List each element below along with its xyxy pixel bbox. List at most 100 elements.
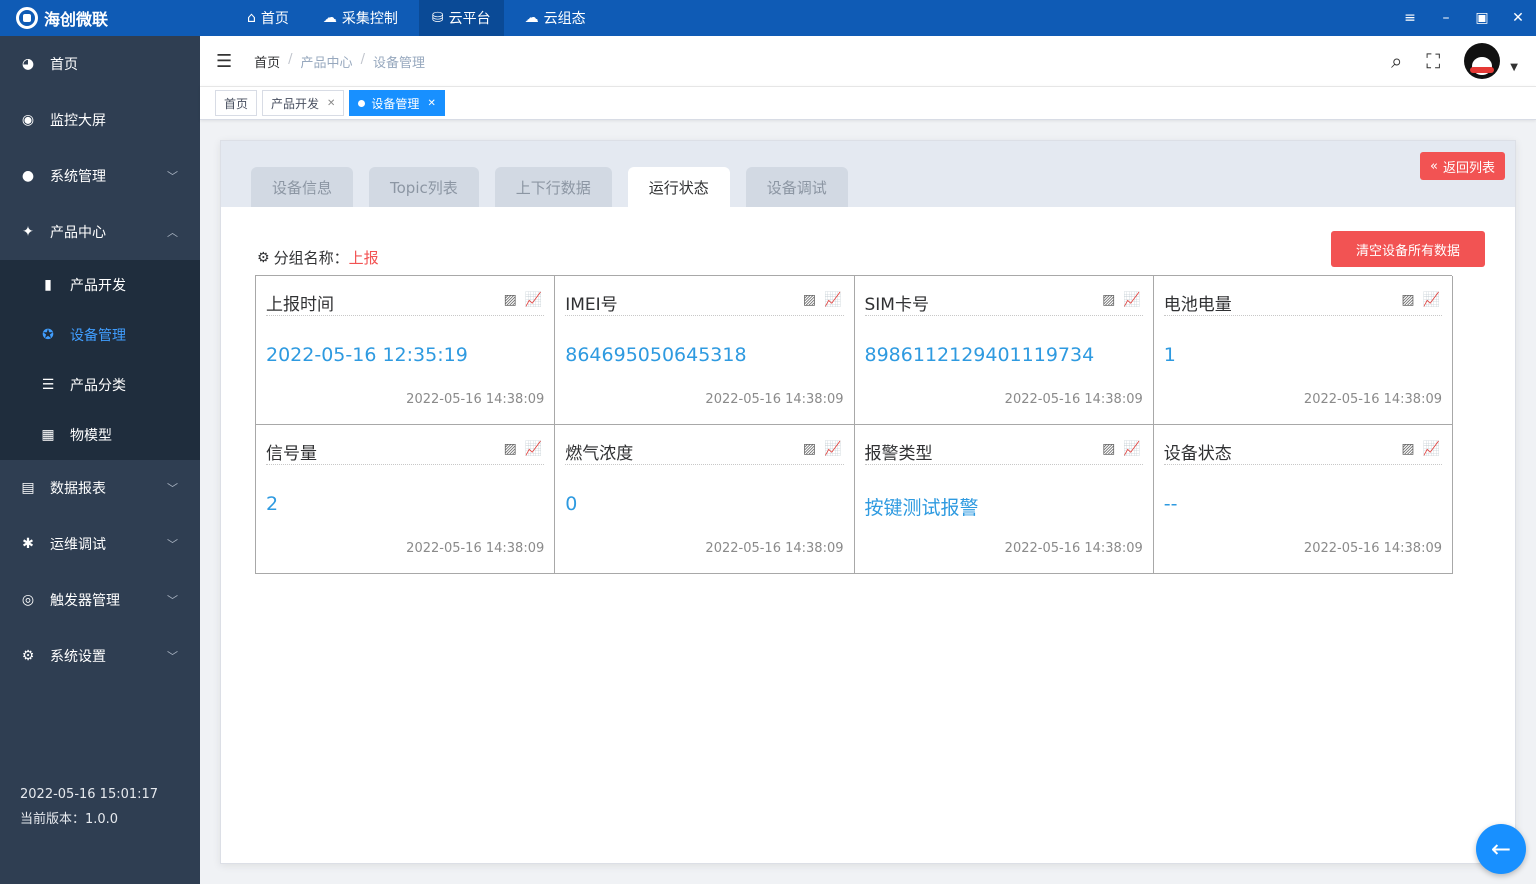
sidebar-item-system-manage[interactable]: ● 系统管理 ﹀ (0, 148, 200, 204)
thing-model-icon: ▦ (41, 427, 55, 443)
sidebar-subitem-product-category[interactable]: ☰ 产品分类 (0, 360, 200, 410)
tab-topic-list[interactable]: Topic列表 (369, 167, 479, 207)
clear-all-data-button[interactable]: 清空设备所有数据 (1331, 231, 1485, 267)
sidebar-subitem-product-dev[interactable]: ▮ 产品开发 (0, 260, 200, 310)
chart-icon[interactable]: 📈 (824, 292, 841, 308)
chart-icon[interactable]: 📈 (824, 441, 841, 457)
tab-device-debug[interactable]: 设备调试 (745, 167, 848, 207)
cell-title: SIM卡号 (864, 295, 929, 315)
cell-time: 2022-05-16 14:38:09 (1004, 392, 1143, 407)
top-nav: ⌂ 首页 ☁ 采集控制 ⛁ 云平台 ☁ 云组态 (234, 0, 607, 36)
status-cell: 上报时间 ▨ 📈 2022-05-16 12:35:19 2022-05-16 1… (256, 276, 556, 425)
image-icon[interactable]: ▨ (803, 441, 816, 457)
tab-run-status[interactable]: 运行状态 (627, 167, 730, 207)
tag-device-manage[interactable]: 设备管理 ✕ (349, 90, 445, 116)
top-nav-cloud-platform[interactable]: ⛁ 云平台 (418, 0, 504, 36)
cell-title: IMEI号 (565, 295, 618, 315)
product-dev-icon: ▮ (44, 277, 52, 293)
cloud-control-icon: ☁ (322, 10, 337, 26)
breadcrumb-separator: / (288, 51, 293, 67)
top-nav-home[interactable]: ⌂ 首页 (234, 0, 302, 36)
restore-icon[interactable]: ▣ (1464, 10, 1500, 26)
product-category-icon: ☰ (41, 377, 55, 393)
detail-tabs-bar: 设备信息 Topic列表 上下行数据 运行状态 设备调试 «返回列表 (221, 141, 1515, 207)
chevron-down-icon: ﹀ (167, 482, 178, 495)
cell-value: 2 (266, 493, 279, 515)
status-cell: 设备状态 ▨ 📈 -- 2022-05-16 14:38:09 (1153, 425, 1453, 574)
menu-icon[interactable]: ≡ (1392, 10, 1428, 26)
group-value: 上报 (348, 249, 379, 267)
brand[interactable]: 海创微联 (0, 6, 200, 30)
back-to-list-button[interactable]: «返回列表 (1420, 152, 1505, 180)
sidebar-item-product-center[interactable]: ✦ 产品中心 ︿ (0, 204, 200, 260)
cell-title: 设备状态 (1163, 444, 1232, 464)
hamburger-icon[interactable]: ☰ (216, 51, 232, 72)
close-icon[interactable]: ✕ (1500, 10, 1536, 26)
image-icon[interactable]: ▨ (803, 292, 816, 308)
chart-icon[interactable]: 📈 (525, 441, 542, 457)
tag-home[interactable]: 首页 (215, 90, 258, 116)
user-icon: ● (21, 168, 35, 184)
current-datetime: 2022-05-16 15:01:17 (20, 787, 159, 802)
sidebar-footer: 2022-05-16 15:01:17 当前版本：1.0.0 (20, 782, 158, 832)
chart-icon[interactable]: 📈 (1123, 441, 1140, 457)
monitor-icon: ◉ (21, 112, 35, 128)
avatar[interactable] (1464, 43, 1501, 79)
sidebar-item-report[interactable]: ▤ 数据报表 ﹀ (0, 460, 200, 516)
caret-down-icon[interactable]: ▼ (1510, 62, 1518, 73)
group-title: ⚙ 分组名称： 上报 (257, 247, 379, 268)
sidebar-item-home[interactable]: ◕ 首页 (0, 36, 200, 92)
cell-time: 2022-05-16 14:38:09 (705, 392, 844, 407)
status-grid: 上报时间 ▨ 📈 2022-05-16 12:35:19 2022-05-16 1… (255, 275, 1453, 574)
active-dot-icon (358, 99, 366, 107)
top-bar: 海创微联 ⌂ 首页 ☁ 采集控制 ⛁ 云平台 ☁ 云组态 ≡ – ▣ ✕ (0, 0, 1536, 36)
breadcrumb-item[interactable]: 首页 (254, 52, 280, 71)
image-icon[interactable]: ▨ (1401, 441, 1414, 457)
tags-view: 首页 产品开发 ✕ 设备管理 ✕ (200, 86, 1536, 120)
cell-time: 2022-05-16 14:38:09 (406, 541, 545, 556)
cell-value: 2022-05-16 12:35:19 (266, 344, 468, 366)
sidebar-item-settings[interactable]: ⚙ 系统设置 ﹀ (0, 628, 200, 684)
top-nav-collection-control[interactable]: ☁ 采集控制 (310, 0, 411, 36)
breadcrumb-item: 设备管理 (372, 55, 425, 71)
sidebar: ◕ 首页 ◉ 监控大屏 ● 系统管理 ﹀ ✦ 产品中心 ︿ ▮ 产品开发 ✪ 设备管理 ☰ 产品分… (0, 36, 200, 884)
chevron-up-icon: ︿ (167, 226, 178, 239)
image-icon[interactable]: ▨ (1102, 441, 1115, 457)
header: ☰ 首页 / 产品中心 / 设备管理 ⌕ ⛶ ▼ (200, 36, 1536, 86)
close-icon[interactable]: ✕ (427, 98, 435, 109)
brand-name: 海创微联 (44, 10, 109, 29)
tab-up-down-data[interactable]: 上下行数据 (494, 167, 612, 207)
image-icon[interactable]: ▨ (1102, 292, 1115, 308)
search-icon[interactable]: ⌕ (1391, 49, 1402, 73)
chart-icon[interactable]: 📈 (1123, 292, 1140, 308)
product-center-icon: ✦ (22, 224, 34, 240)
sidebar-item-debug[interactable]: ✱ 运维调试 ﹀ (0, 516, 200, 572)
tab-device-info[interactable]: 设备信息 (251, 167, 354, 207)
tag-product-dev[interactable]: 产品开发 ✕ (262, 90, 345, 116)
breadcrumb: 首页 / 产品中心 / 设备管理 (254, 52, 425, 71)
product-center-submenu: ▮ 产品开发 ✪ 设备管理 ☰ 产品分类 ▦ 物模型 (0, 260, 200, 460)
back-arrow-button[interactable]: ← (1476, 824, 1526, 874)
sidebar-item-monitor[interactable]: ◉ 监控大屏 (0, 92, 200, 148)
image-icon[interactable]: ▨ (1401, 292, 1414, 308)
minimize-icon[interactable]: – (1428, 10, 1464, 26)
fullscreen-icon[interactable]: ⛶ (1426, 49, 1440, 73)
image-icon[interactable]: ▨ (504, 441, 517, 457)
sidebar-item-trigger[interactable]: ◎ 触发器管理 ﹀ (0, 572, 200, 628)
settings-icon: ⚙ (21, 648, 35, 664)
cell-time: 2022-05-16 14:38:09 (1303, 541, 1442, 556)
chart-icon[interactable]: 📈 (1423, 441, 1440, 457)
chart-icon[interactable]: 📈 (1423, 292, 1440, 308)
sidebar-subitem-device-manage[interactable]: ✪ 设备管理 (0, 310, 200, 360)
cell-value: 864695050645318 (565, 344, 747, 366)
chart-icon[interactable]: 📈 (525, 292, 542, 308)
close-icon[interactable]: ✕ (327, 98, 335, 109)
top-nav-cloud-config[interactable]: ☁ 云组态 (512, 0, 599, 36)
gear-icon: ⚙ (257, 249, 270, 266)
device-manage-icon: ✪ (42, 327, 54, 343)
sidebar-subitem-thing-model[interactable]: ▦ 物模型 (0, 410, 200, 460)
cloud-config-icon: ☁ (524, 10, 539, 26)
status-cell: IMEI号 ▨ 📈 864695050645318 2022-05-16 14:3… (555, 276, 855, 425)
image-icon[interactable]: ▨ (504, 292, 517, 308)
cell-time: 2022-05-16 14:38:09 (705, 541, 844, 556)
